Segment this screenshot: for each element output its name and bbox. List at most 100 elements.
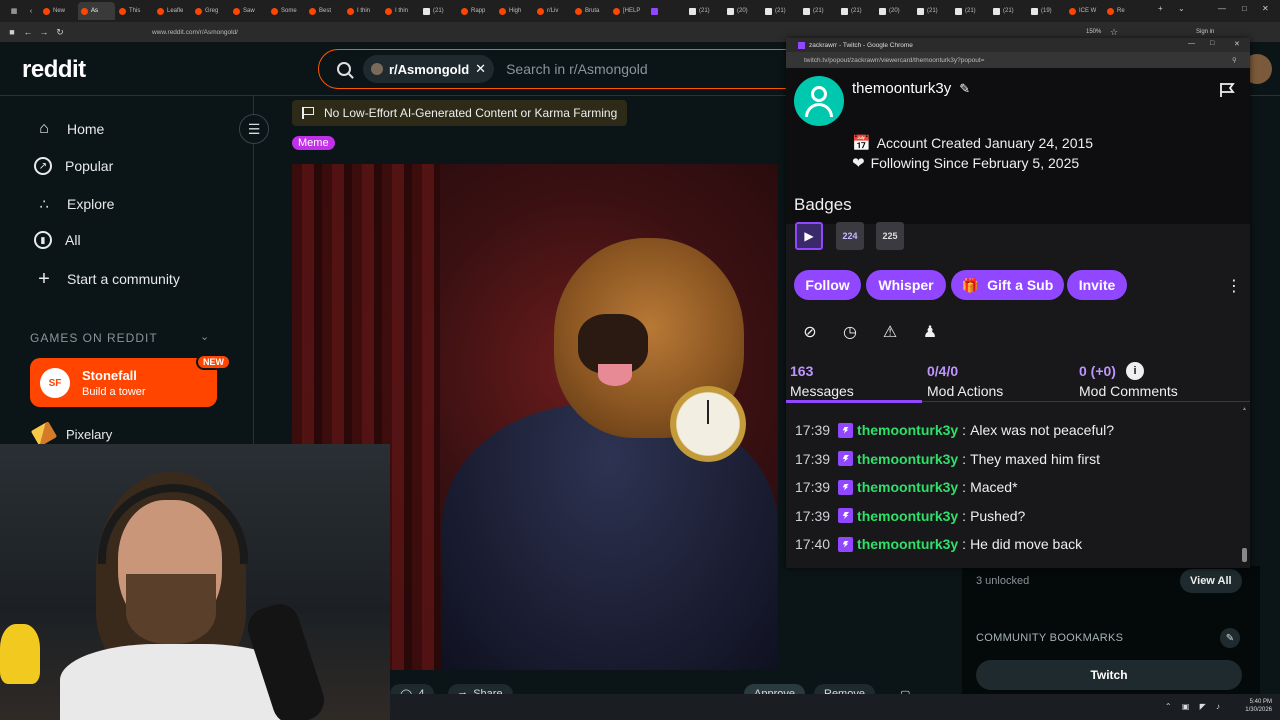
sidebar-toggle-icon[interactable]: ■ xyxy=(4,27,20,37)
tab-list-icon[interactable]: ▦ xyxy=(6,7,22,15)
search-input[interactable]: Search in r/Asmongold xyxy=(506,61,648,77)
sidebar-item-start-community[interactable]: + Start a community xyxy=(34,268,180,290)
clock[interactable]: 5:40 PM 1/30/2026 xyxy=(1245,698,1272,714)
browser-tab[interactable]: (21) xyxy=(990,2,1027,20)
games-section-title[interactable]: GAMES ON REDDIT xyxy=(30,331,158,345)
collapse-sidebar-button[interactable]: ☰ xyxy=(239,114,269,144)
browser-tab[interactable]: I thin xyxy=(344,2,381,20)
tab-search-icon[interactable]: ⌄ xyxy=(1178,4,1185,13)
view-all-button[interactable]: View All xyxy=(1180,569,1242,593)
chat-message[interactable]: 17:39 themoonturk3y: Pushed? xyxy=(795,508,1025,524)
browser-tab[interactable]: Re xyxy=(1104,2,1141,20)
browser-tab[interactable]: High xyxy=(496,2,533,20)
stat-mod-actions[interactable]: 0/4/0 Mod Actions xyxy=(927,361,1003,401)
add-moderator-icon[interactable]: ♟ xyxy=(920,322,940,342)
browser-tab[interactable]: (21) xyxy=(800,2,837,20)
browser-tab[interactable]: Some xyxy=(268,2,305,20)
browser-tab[interactable]: I thin xyxy=(382,2,419,20)
warning-icon[interactable]: ⚠ xyxy=(880,322,900,342)
badge-2025[interactable]: 2 25 xyxy=(876,222,904,250)
browser-tab[interactable]: Bruta xyxy=(572,2,609,20)
forward-icon[interactable]: → xyxy=(36,27,52,37)
message-username[interactable]: themoonturk3y xyxy=(857,479,958,495)
popout-maximize-icon[interactable]: □ xyxy=(1210,40,1214,47)
whisper-button[interactable]: Whisper xyxy=(866,270,946,300)
chevron-down-icon[interactable]: ⌄ xyxy=(200,330,209,343)
minimize-icon[interactable]: — xyxy=(1218,4,1226,13)
chat-message[interactable]: 17:39 themoonturk3y: They maxed him first xyxy=(795,451,1100,467)
follow-button[interactable]: Follow xyxy=(794,270,861,300)
message-username[interactable]: themoonturk3y xyxy=(857,508,958,524)
reddit-logo[interactable]: reddit xyxy=(22,56,86,84)
browser-tab[interactable]: (21) xyxy=(420,2,457,20)
back-tabs-icon[interactable]: ‹ xyxy=(23,8,39,15)
maximize-icon[interactable]: □ xyxy=(1242,4,1247,13)
edit-pencil-icon[interactable]: ✎ xyxy=(1220,628,1240,648)
stonefall-game-card[interactable]: SF Stonefall Build a tower xyxy=(30,358,217,407)
browser-tab[interactable]: Rapp xyxy=(458,2,495,20)
popout-minimize-icon[interactable]: — xyxy=(1188,40,1195,47)
scroll-up-icon[interactable]: ▲ xyxy=(1242,406,1247,412)
popout-url-bar[interactable]: twitch.tv/popout/zackrawrr/viewercard/th… xyxy=(786,52,1250,68)
popout-title-bar[interactable]: zackrawrr - Twitch - Google Chrome — □ ✕ xyxy=(786,38,1250,52)
browser-tab[interactable]: r/Liv xyxy=(534,2,571,20)
back-icon[interactable]: ← xyxy=(20,27,36,37)
browser-tab[interactable]: (21) xyxy=(762,2,799,20)
subreddit-chip[interactable]: r/Asmongold ✕ xyxy=(363,55,495,83)
browser-tab[interactable]: (19) xyxy=(1028,2,1065,20)
stat-messages[interactable]: 163 Messages xyxy=(790,361,854,401)
message-log[interactable]: 17:39 themoonturk3y: Alex was not peaceful… xyxy=(786,408,1242,563)
message-username[interactable]: themoonturk3y xyxy=(857,422,958,438)
browser-tab[interactable]: ICE W xyxy=(1066,2,1103,20)
ban-icon[interactable]: ⊘ xyxy=(800,322,820,342)
browser-tab[interactable]: [HELP xyxy=(610,2,647,20)
browser-tab[interactable]: (21) xyxy=(838,2,875,20)
popout-close-icon[interactable]: ✕ xyxy=(1234,40,1240,48)
browser-tab[interactable]: (21) xyxy=(686,2,723,20)
stat-mod-comments[interactable]: 0 (+0) i Mod Comments xyxy=(1079,361,1178,401)
post-flair[interactable]: Meme xyxy=(292,136,335,150)
search-bar[interactable]: r/Asmongold ✕ Search in r/Asmongold xyxy=(318,49,838,89)
info-icon[interactable]: i xyxy=(1125,362,1144,380)
chat-message[interactable]: 17:39 themoonturk3y: Maced* xyxy=(795,479,1018,495)
browser-tab[interactable]: Best xyxy=(306,2,343,20)
report-flag-icon[interactable] xyxy=(1219,82,1235,98)
browser-tab[interactable]: (21) xyxy=(952,2,989,20)
signin-button[interactable]: Sign in xyxy=(1196,29,1214,35)
browser-tab[interactable] xyxy=(648,2,685,20)
browser-tab[interactable]: New xyxy=(40,2,77,20)
message-log-scrollbar[interactable]: ▲ xyxy=(1242,406,1247,564)
badge-2024[interactable]: 2 24 xyxy=(836,222,864,250)
browser-tab[interactable]: Greg xyxy=(192,2,229,20)
browser-tab[interactable]: Saw xyxy=(230,2,267,20)
message-username[interactable]: themoonturk3y xyxy=(857,451,958,467)
browser-tab[interactable]: (20) xyxy=(724,2,761,20)
scrollbar-thumb[interactable] xyxy=(1242,548,1247,562)
browser-tab[interactable]: Leafle xyxy=(154,2,191,20)
browser-tab[interactable]: (20) xyxy=(876,2,913,20)
edit-pencil-icon[interactable]: ✎ xyxy=(959,81,970,97)
browser-tab[interactable]: This xyxy=(116,2,153,20)
gift-sub-button[interactable]: 🎁 Gift a Sub xyxy=(951,270,1064,300)
bookmark-star-icon[interactable]: ☆ xyxy=(1110,27,1118,38)
browser-tab[interactable]: (21) xyxy=(914,2,951,20)
viewer-username[interactable]: themoonturk3y ✎ xyxy=(852,80,970,97)
browser-tab[interactable]: As xyxy=(78,2,115,20)
url-text[interactable]: www.reddit.com/r/Asmongold/ xyxy=(152,29,238,36)
message-username[interactable]: themoonturk3y xyxy=(857,536,958,552)
chat-message[interactable]: 17:39 themoonturk3y: Alex was not peaceful… xyxy=(795,422,1114,438)
timeout-clock-icon[interactable]: ◷ xyxy=(840,322,860,342)
sidebar-item-explore[interactable]: ∴ Explore xyxy=(34,194,115,214)
viewer-avatar[interactable] xyxy=(794,76,844,126)
more-options-icon[interactable]: ⋮ xyxy=(1226,276,1242,296)
new-tab-button[interactable]: + xyxy=(1158,4,1163,13)
rule-banner[interactable]: No Low-Effort AI-Generated Content or Ka… xyxy=(292,100,628,126)
sidebar-item-all[interactable]: ▮ All xyxy=(34,231,81,249)
tray-icons[interactable]: ⌃ ▣ ◤ ♪ xyxy=(1165,702,1224,711)
prime-badge[interactable]: ▶ xyxy=(795,222,823,250)
zoom-level[interactable]: 150% xyxy=(1086,29,1101,35)
popout-zoom-icon[interactable]: ⚲ xyxy=(1232,56,1237,64)
invite-button[interactable]: Invite xyxy=(1067,270,1127,300)
chat-message[interactable]: 17:40 themoonturk3y: He did move back xyxy=(795,536,1082,552)
bookmark-twitch-button[interactable]: Twitch xyxy=(976,660,1242,690)
